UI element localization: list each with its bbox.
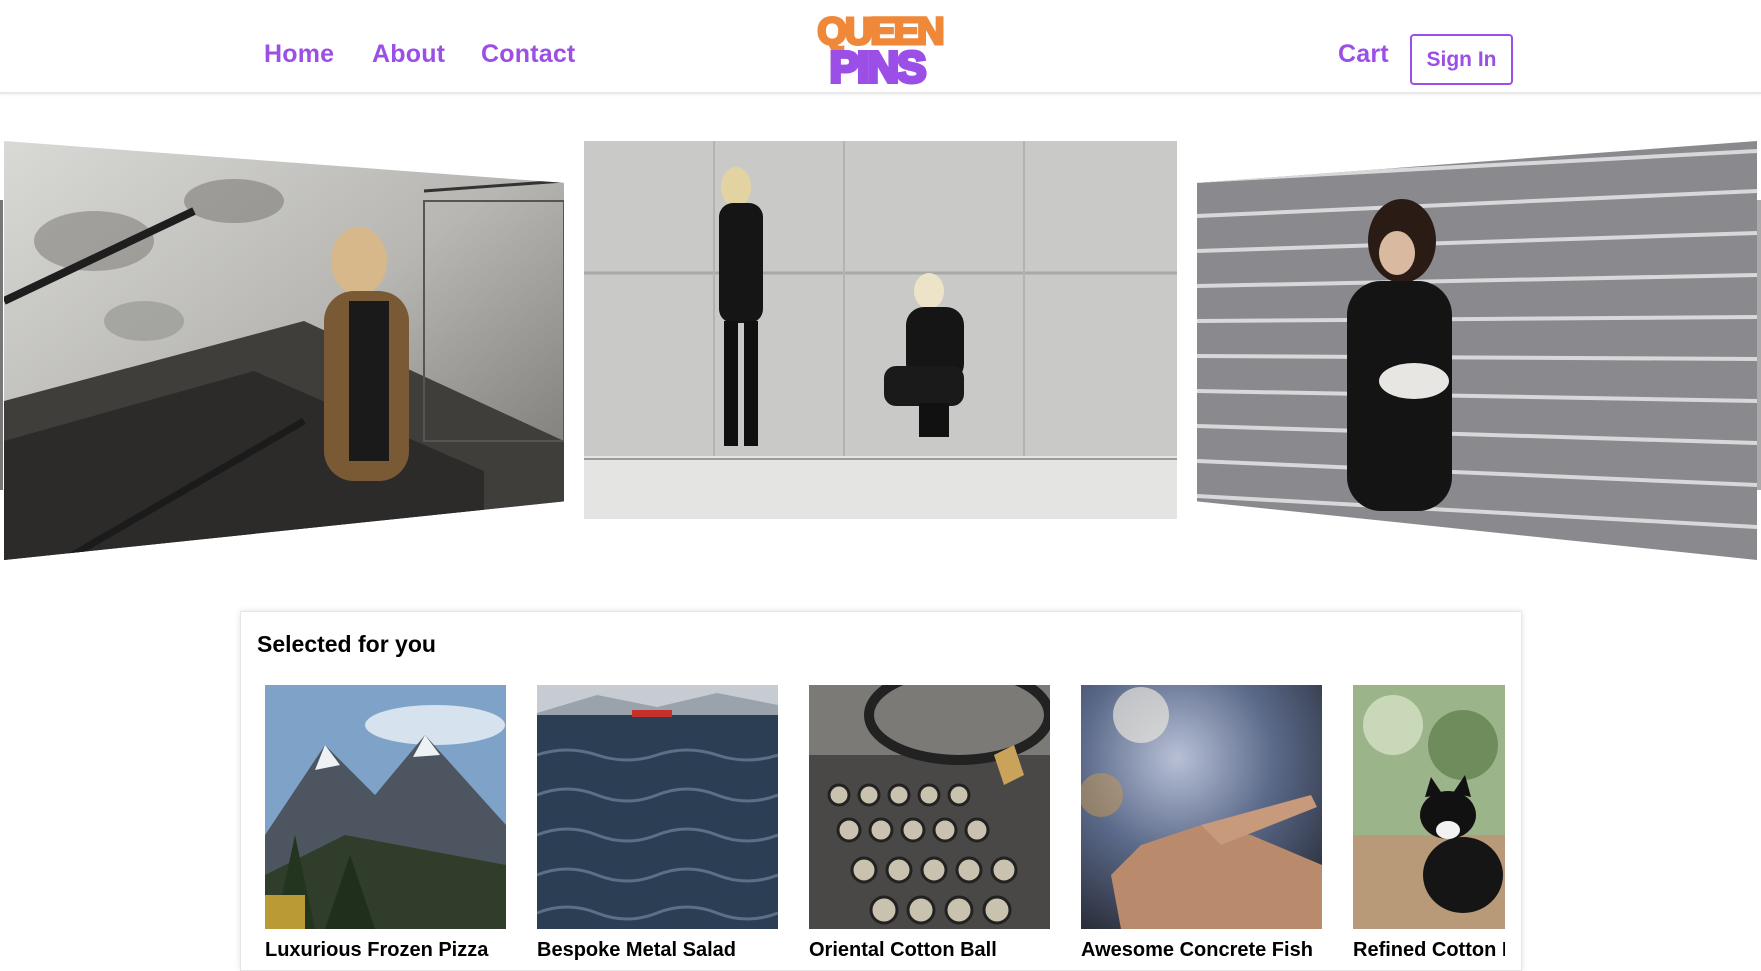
nav-home-link[interactable]: Home	[264, 40, 334, 69]
hero-photo-concrete-wall	[584, 141, 1177, 519]
products-carousel[interactable]: Luxurious Frozen Pizza Bespoke Metal Sal…	[265, 685, 1505, 970]
product-image[interactable]	[1353, 685, 1505, 929]
product-name[interactable]: Oriental Cotton Ball	[809, 939, 1050, 962]
product-card[interactable]: Luxurious Frozen Pizza	[265, 685, 506, 962]
nav-about-link[interactable]: About	[372, 40, 445, 69]
product-card[interactable]: Oriental Cotton Ball	[809, 685, 1050, 962]
product-card[interactable]: Awesome Concrete Fish	[1081, 685, 1322, 962]
ocean-photo	[537, 685, 778, 929]
product-card[interactable]: Bespoke Metal Salad	[537, 685, 778, 962]
queen-pins-logo[interactable]: QUEEN PINS	[805, 6, 955, 95]
hero-slide-left[interactable]	[4, 141, 564, 560]
product-name[interactable]: Luxurious Frozen Pizza	[265, 939, 506, 962]
hero-slide-right[interactable]	[1197, 141, 1757, 560]
mountain-photo	[265, 685, 506, 929]
hero-slide-center[interactable]	[584, 141, 1177, 519]
nav-cart-link[interactable]: Cart	[1338, 40, 1389, 69]
top-navbar: Home About Contact QUEEN PINS Cart Sign …	[0, 0, 1761, 94]
typewriter-photo	[809, 685, 1050, 929]
selected-for-you-section: Selected for you Luxurious Frozen Pizza	[240, 611, 1522, 971]
product-image[interactable]	[1081, 685, 1322, 929]
kitten-photo	[1353, 685, 1505, 929]
carousel-next-sliver[interactable]	[1757, 200, 1761, 490]
product-image[interactable]	[537, 685, 778, 929]
section-title: Selected for you	[257, 631, 436, 657]
nav-contact-link[interactable]: Contact	[481, 40, 575, 69]
product-name[interactable]: Awesome Concrete Fish	[1081, 939, 1322, 962]
carousel-prev-sliver[interactable]	[0, 200, 3, 490]
product-image[interactable]	[265, 685, 506, 929]
hero-photo-metal-wall	[1197, 141, 1757, 560]
logo-text-bottom: PINS	[830, 43, 925, 88]
product-name[interactable]: Refined Cotton Bike	[1353, 939, 1505, 962]
sign-in-button[interactable]: Sign In	[1410, 34, 1513, 85]
product-card[interactable]: Refined Cotton Bike	[1353, 685, 1505, 962]
hand-photo	[1081, 685, 1322, 929]
product-image[interactable]	[809, 685, 1050, 929]
product-name[interactable]: Bespoke Metal Salad	[537, 939, 778, 962]
hero-photo-staircase	[4, 141, 564, 560]
